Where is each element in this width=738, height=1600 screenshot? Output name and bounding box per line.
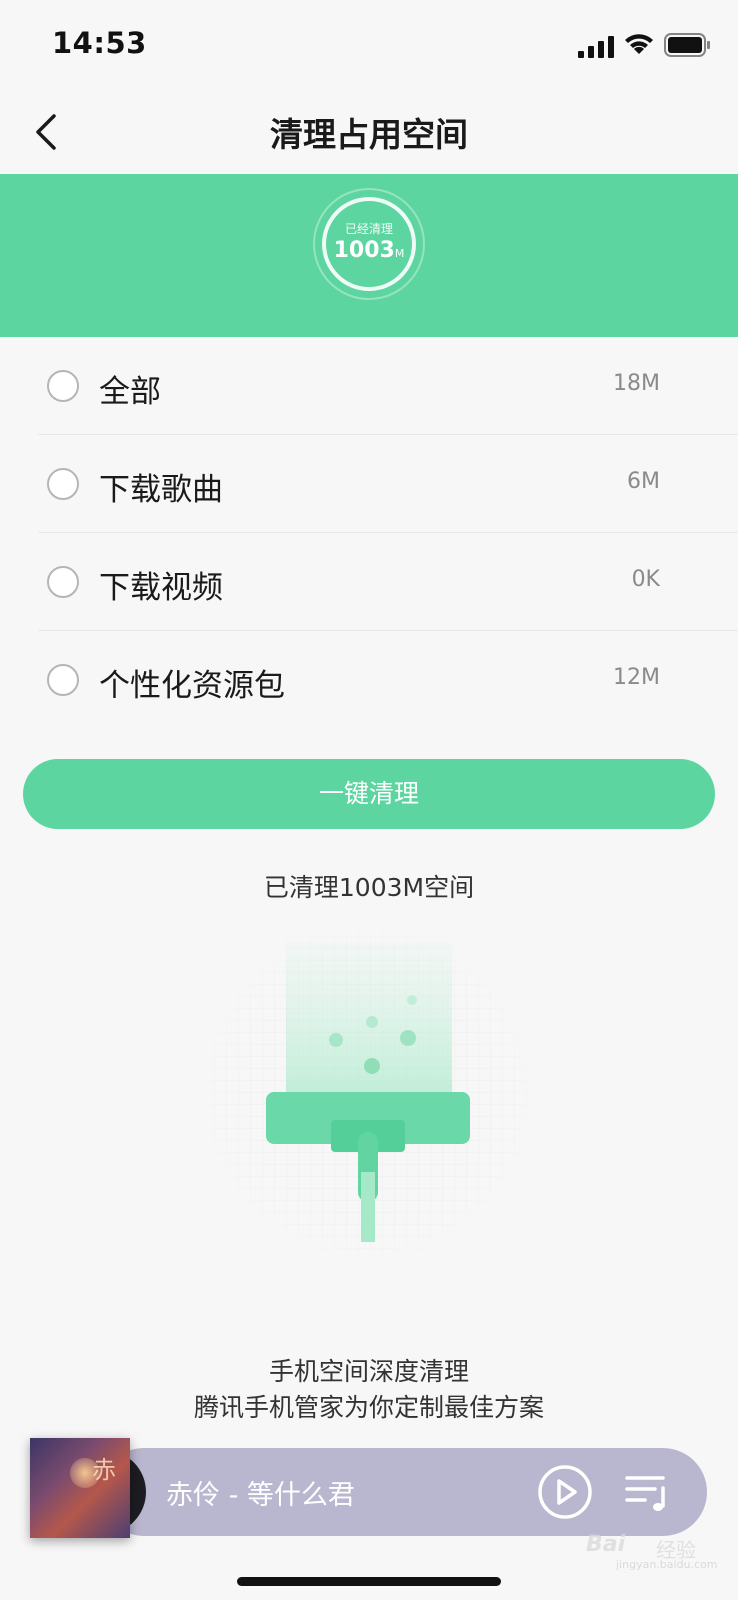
vacuum-illustration bbox=[190, 912, 546, 1272]
play-icon[interactable] bbox=[537, 1464, 593, 1520]
now-playing-title[interactable]: 赤伶 - 等什么君 bbox=[166, 1473, 355, 1512]
option-label: 下载视频 bbox=[99, 570, 223, 606]
cellular-signal-icon bbox=[578, 36, 614, 58]
option-row-downloaded-songs[interactable]: 下载歌曲 6M bbox=[0, 435, 738, 533]
baidu-watermark: Bai 经验 jingyan.baidu.com bbox=[586, 1512, 718, 1572]
option-size: 18M bbox=[613, 371, 660, 396]
watermark-brand: Bai bbox=[586, 1532, 626, 1557]
radio-button[interactable] bbox=[47, 468, 79, 500]
one-click-clean-button[interactable]: 一键清理 bbox=[23, 759, 715, 829]
option-label: 个性化资源包 bbox=[99, 668, 285, 704]
page-title: 清理占用空间 bbox=[270, 115, 468, 154]
cleaned-label: 已经清理 bbox=[344, 222, 393, 236]
playlist-icon[interactable] bbox=[625, 1470, 671, 1514]
wifi-icon bbox=[625, 34, 653, 54]
status-time: 14:53 bbox=[52, 26, 147, 60]
cleaned-unit: M bbox=[394, 247, 405, 260]
footer-heading: 手机空间深度清理 bbox=[268, 1357, 469, 1386]
cleaned-value: 1003M bbox=[313, 238, 425, 263]
option-size: 0K bbox=[631, 567, 660, 592]
cleaned-banner: 已经清理 1003M bbox=[0, 174, 738, 337]
option-size: 12M bbox=[613, 665, 660, 690]
footer-subheading: 腾讯手机管家为你定制最佳方案 bbox=[193, 1393, 544, 1422]
watermark-url: jingyan.baidu.com bbox=[616, 1558, 718, 1571]
option-label: 全部 bbox=[99, 374, 161, 410]
cleaned-summary: 已清理1003M空间 bbox=[263, 873, 475, 902]
album-art[interactable]: 赤 bbox=[30, 1438, 130, 1538]
radio-button[interactable] bbox=[47, 370, 79, 402]
cleanup-options-list: 全部 18M 下载歌曲 6M 下载视频 0K 个性化资源包 12M bbox=[0, 337, 738, 729]
battery-icon bbox=[664, 33, 710, 57]
radio-button[interactable] bbox=[47, 566, 79, 598]
status-bar: 14:53 bbox=[0, 0, 738, 90]
option-row-downloaded-videos[interactable]: 下载视频 0K bbox=[0, 533, 738, 631]
option-row-all[interactable]: 全部 18M bbox=[0, 337, 738, 435]
cleaned-amount: 1003 bbox=[333, 238, 395, 263]
radio-button[interactable] bbox=[47, 664, 79, 696]
option-size: 6M bbox=[627, 469, 660, 494]
option-label: 下载歌曲 bbox=[99, 472, 223, 508]
option-row-resource-packs[interactable]: 个性化资源包 12M bbox=[0, 631, 738, 729]
album-art-title: 赤 bbox=[92, 1456, 116, 1484]
home-indicator[interactable] bbox=[237, 1577, 501, 1586]
navigation-bar: 清理占用空间 bbox=[0, 90, 738, 174]
